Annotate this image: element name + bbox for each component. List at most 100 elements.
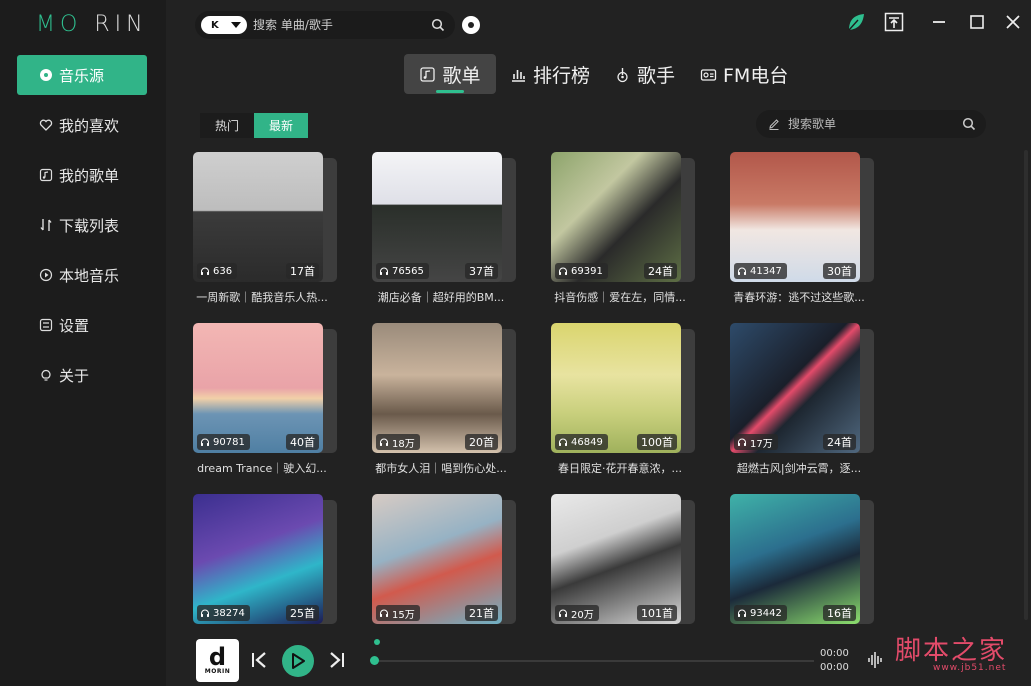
time-current: 00:00 <box>820 648 849 659</box>
headphones-icon <box>738 438 746 446</box>
headphones-icon <box>559 267 567 275</box>
playlist-card[interactable]: 38274 25首 <box>193 494 343 644</box>
search-icon[interactable] <box>962 117 976 131</box>
play-count-badge: 18万 <box>376 434 420 450</box>
tab-charts[interactable]: 排行榜 <box>510 54 590 94</box>
playlist-title[interactable]: 超燃古风|剑冲云霄，逐... <box>730 460 880 476</box>
headphones-icon <box>559 438 567 446</box>
headphones-icon <box>559 609 567 617</box>
filter-hot[interactable]: 热门 <box>200 113 254 138</box>
headphones-icon <box>201 609 209 617</box>
scrollbar[interactable] <box>1024 150 1028 620</box>
play-count-badge: 38274 <box>197 605 250 621</box>
sidebar-item-favorites[interactable]: 我的喜欢 <box>17 105 147 145</box>
playlist-cover[interactable]: 90781 40首 <box>193 323 323 453</box>
tab-fm-radio[interactable]: FM电台 <box>700 54 788 94</box>
bulb-icon <box>41 370 51 381</box>
waveform-icon[interactable] <box>866 650 886 670</box>
playlist-card[interactable]: 93442 16首 <box>730 494 880 644</box>
playlist-card[interactable]: 76565 37首潮店必备｜超好用的BM... <box>372 152 522 305</box>
headphones-icon <box>738 267 746 275</box>
playlist-title[interactable]: 春日限定·花开春意浓，... <box>551 460 701 476</box>
playlist-cover[interactable]: 46849 100首 <box>551 323 681 453</box>
filter-latest[interactable]: 最新 <box>254 113 308 138</box>
track-count-badge: 25首 <box>286 605 319 621</box>
headphones-icon <box>201 438 209 446</box>
search-icon[interactable] <box>431 18 445 32</box>
playlist-cover[interactable]: 69391 24首 <box>551 152 681 282</box>
playlist-cover[interactable]: 41347 30首 <box>730 152 860 282</box>
search-input[interactable] <box>253 18 423 32</box>
playlist-cover[interactable]: 20万 101首 <box>551 494 681 624</box>
track-count-badge: 24首 <box>823 434 856 450</box>
playlist-card[interactable]: 17万 24首超燃古风|剑冲云霄，逐... <box>730 323 880 476</box>
playlist-title[interactable]: 抖音伤感｜爱在左，同情... <box>551 289 701 305</box>
settings-icon <box>39 318 53 332</box>
playlist-title[interactable]: 一周新歌｜酷我音乐人热... <box>193 289 343 305</box>
heart-icon <box>39 119 53 131</box>
mini-mode-icon[interactable] <box>883 11 905 33</box>
playlist-card[interactable]: 18万 20首都市女人泪｜唱到伤心处... <box>372 323 522 476</box>
previous-track-button[interactable] <box>250 651 268 669</box>
play-count-badge: 46849 <box>555 434 608 450</box>
play-icon <box>292 653 305 669</box>
play-count-badge: 17万 <box>734 434 778 450</box>
playlist-card[interactable]: 41347 30首青春环游：逃不过这些歌... <box>730 152 880 305</box>
next-track-button[interactable] <box>328 651 346 669</box>
playlist-card[interactable]: 636 17首一周新歌｜酷我音乐人热... <box>193 152 343 305</box>
maximize-icon[interactable] <box>966 11 988 33</box>
playlist-title[interactable]: dream Trance｜驶入幻... <box>193 460 343 476</box>
playlist-card[interactable]: 90781 40首 dream Trance｜驶入幻... <box>193 323 343 476</box>
tab-playlists[interactable]: 歌单 <box>404 54 496 94</box>
sidebar-item-music-source[interactable]: 音乐源 <box>17 55 147 95</box>
headphones-icon <box>738 609 746 617</box>
sidebar-item-settings[interactable]: 设置 <box>17 305 147 345</box>
disc-icon <box>40 69 52 81</box>
playlist-cover[interactable]: 18万 20首 <box>372 323 502 453</box>
time-total: 00:00 <box>820 662 849 673</box>
track-count-badge: 20首 <box>465 434 498 450</box>
sidebar-item-downloads[interactable]: 下载列表 <box>17 205 147 245</box>
play-count-badge: 41347 <box>734 263 787 279</box>
playlist-card[interactable]: 20万 101首 <box>551 494 701 644</box>
playlist-tab-icon <box>420 66 436 82</box>
chevron-down-icon <box>231 22 241 28</box>
playlist-card[interactable]: 15万 21首 <box>372 494 522 644</box>
playlist-cover[interactable]: 15万 21首 <box>372 494 502 624</box>
chart-icon <box>512 69 525 82</box>
playlist-search-input[interactable] <box>788 117 948 131</box>
playlist-cover[interactable]: 636 17首 <box>193 152 323 282</box>
album-cover[interactable]: d MORIN <box>196 639 239 682</box>
play-button[interactable] <box>282 645 314 677</box>
play-count-badge: 90781 <box>197 434 250 450</box>
playlist-title[interactable]: 潮店必备｜超好用的BM... <box>372 289 522 305</box>
sidebar: MO RIN 音乐源 我的喜欢 我的歌单 下载列表 本地音乐 设置 关于 <box>0 0 166 686</box>
playlist-title[interactable]: 青春环游：逃不过这些歌... <box>730 289 880 305</box>
playlist-cover[interactable]: 93442 16首 <box>730 494 860 624</box>
play-count-badge: 69391 <box>555 263 608 279</box>
leaf-theme-icon[interactable] <box>845 11 867 33</box>
headphones-icon <box>380 609 388 617</box>
progress-thumb[interactable] <box>370 656 379 665</box>
track-count-badge: 100首 <box>637 434 677 450</box>
minimize-icon[interactable] <box>928 11 950 33</box>
playlist-cover[interactable]: 76565 37首 <box>372 152 502 282</box>
playlist-cover[interactable]: 38274 25首 <box>193 494 323 624</box>
track-count-badge: 17首 <box>286 263 319 279</box>
play-count-badge: 20万 <box>555 605 599 621</box>
playlist-card[interactable]: 69391 24首抖音伤感｜爱在左，同情... <box>551 152 701 305</box>
source-selector[interactable]: K <box>201 16 247 34</box>
sidebar-item-local-music[interactable]: 本地音乐 <box>17 255 147 295</box>
progress-bar[interactable] <box>374 660 814 662</box>
tab-singers[interactable]: 歌手 <box>614 54 675 94</box>
play-count-badge: 15万 <box>376 605 420 621</box>
playlist-card[interactable]: 46849 100首春日限定·花开春意浓，... <box>551 323 701 476</box>
now-playing-disc-button[interactable] <box>462 16 480 34</box>
close-icon[interactable] <box>1002 11 1024 33</box>
playlist-title[interactable]: 都市女人泪｜唱到伤心处... <box>372 460 522 476</box>
sidebar-item-my-playlists[interactable]: 我的歌单 <box>17 155 147 195</box>
sidebar-item-about[interactable]: 关于 <box>17 355 147 395</box>
playlist-cover[interactable]: 17万 24首 <box>730 323 860 453</box>
play-count-badge: 76565 <box>376 263 429 279</box>
app-logo: MO RIN <box>36 12 148 37</box>
